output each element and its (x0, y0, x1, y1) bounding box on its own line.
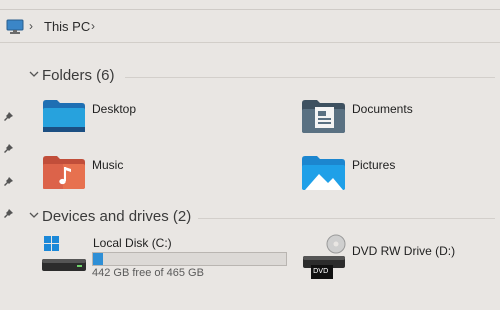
devices-group-header[interactable]: Devices and drives (2) (25, 207, 495, 229)
chevron-right-icon[interactable]: › (91, 19, 95, 33)
desktop-folder-icon (43, 100, 85, 132)
folder-item-pictures[interactable]: Pictures (300, 153, 490, 193)
breadcrumb-this-pc[interactable]: This PC (44, 19, 90, 34)
folders-group-header[interactable]: Folders (6) (25, 66, 495, 88)
chevron-right-icon[interactable]: › (29, 19, 33, 33)
windows-drive-icon (42, 236, 86, 271)
address-bar[interactable]: › This PC › (0, 10, 500, 43)
folder-label: Desktop (92, 102, 137, 116)
folder-label: Music (92, 158, 124, 172)
pin-icon[interactable] (3, 208, 14, 219)
pin-icon[interactable] (3, 143, 14, 154)
folders-group-title: Folders (6) (42, 67, 115, 84)
folder-label: Documents (352, 102, 413, 116)
drive-label: Local Disk (C:) (93, 236, 172, 250)
chevron-down-icon[interactable] (29, 69, 39, 79)
this-pc-icon (6, 19, 24, 34)
folder-item-documents[interactable]: Documents (300, 97, 490, 137)
drive-item-dvd[interactable]: DVD DVD RW Drive (D:) (300, 232, 490, 280)
folder-label: Pictures (352, 158, 396, 172)
dvd-badge: DVD (313, 267, 329, 275)
drive-usage-bar (92, 252, 287, 266)
chevron-down-icon[interactable] (29, 210, 39, 220)
pin-icon[interactable] (3, 111, 14, 122)
pin-icon[interactable] (3, 176, 14, 187)
window-top-edge (0, 0, 500, 10)
pictures-folder-icon (302, 156, 345, 190)
drive-label: DVD RW Drive (D:) (352, 244, 456, 258)
drive-usage-fill (93, 253, 103, 265)
documents-folder-icon (302, 100, 345, 133)
group-divider (125, 77, 495, 78)
group-divider (198, 218, 495, 219)
drive-free-space: 442 GB free of 465 GB (92, 267, 204, 279)
folder-item-desktop[interactable]: Desktop (40, 97, 240, 137)
folder-item-music[interactable]: Music (40, 153, 240, 193)
devices-group-title: Devices and drives (2) (42, 208, 192, 225)
music-folder-icon (43, 156, 85, 189)
